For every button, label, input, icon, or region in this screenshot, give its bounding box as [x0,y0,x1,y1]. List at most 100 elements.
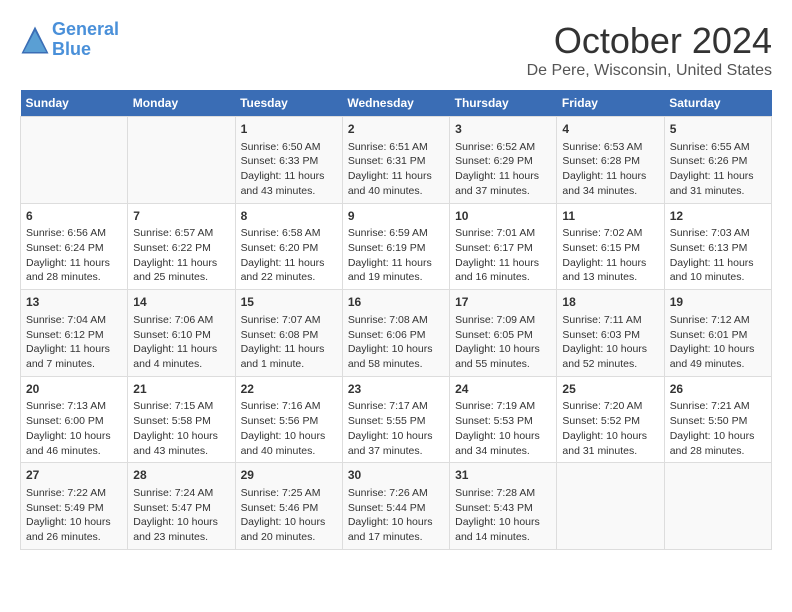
day-info: Sunset: 5:52 PM [562,414,658,429]
day-info: Sunrise: 7:06 AM [133,313,229,328]
day-number: 19 [670,294,766,311]
day-header-monday: Monday [128,90,235,117]
day-number: 11 [562,208,658,225]
day-info: Daylight: 11 hours and 31 minutes. [670,169,766,198]
day-header-sunday: Sunday [21,90,128,117]
day-number: 22 [241,381,337,398]
day-info: Daylight: 10 hours and 23 minutes. [133,515,229,544]
day-info: Sunrise: 7:16 AM [241,399,337,414]
day-info: Sunrise: 6:50 AM [241,140,337,155]
calendar-cell: 3Sunrise: 6:52 AMSunset: 6:29 PMDaylight… [450,117,557,204]
day-info: Sunrise: 7:25 AM [241,486,337,501]
title-block: October 2024 De Pere, Wisconsin, United … [527,20,772,80]
day-number: 6 [26,208,122,225]
day-info: Daylight: 10 hours and 52 minutes. [562,342,658,371]
day-info: Sunrise: 7:24 AM [133,486,229,501]
calendar-cell: 29Sunrise: 7:25 AMSunset: 5:46 PMDayligh… [235,463,342,550]
day-number: 29 [241,467,337,484]
day-info: Sunset: 6:00 PM [26,414,122,429]
logo-icon [20,25,50,55]
day-header-thursday: Thursday [450,90,557,117]
day-info: Sunset: 6:31 PM [348,154,444,169]
day-number: 18 [562,294,658,311]
calendar-table: SundayMondayTuesdayWednesdayThursdayFrid… [20,90,772,550]
day-info: Daylight: 11 hours and 4 minutes. [133,342,229,371]
day-info: Sunset: 6:22 PM [133,241,229,256]
day-info: Sunset: 6:15 PM [562,241,658,256]
day-info: Daylight: 11 hours and 10 minutes. [670,256,766,285]
day-info: Sunset: 6:10 PM [133,328,229,343]
calendar-cell [21,117,128,204]
day-number: 16 [348,294,444,311]
calendar-cell: 30Sunrise: 7:26 AMSunset: 5:44 PMDayligh… [342,463,449,550]
day-info: Sunset: 5:43 PM [455,501,551,516]
day-number: 21 [133,381,229,398]
week-row-4: 20Sunrise: 7:13 AMSunset: 6:00 PMDayligh… [21,376,772,463]
calendar-cell: 1Sunrise: 6:50 AMSunset: 6:33 PMDaylight… [235,117,342,204]
day-number: 5 [670,121,766,138]
calendar-cell: 12Sunrise: 7:03 AMSunset: 6:13 PMDayligh… [664,203,771,290]
day-info: Daylight: 10 hours and 14 minutes. [455,515,551,544]
day-info: Sunset: 6:24 PM [26,241,122,256]
calendar-cell: 4Sunrise: 6:53 AMSunset: 6:28 PMDaylight… [557,117,664,204]
day-number: 25 [562,381,658,398]
day-info: Sunrise: 6:58 AM [241,226,337,241]
calendar-cell: 14 Sunrise: 7:06 AMSunset: 6:10 PMDayligh… [128,290,235,377]
day-number: 24 [455,381,551,398]
day-info: Sunrise: 7:26 AM [348,486,444,501]
week-row-3: 13Sunrise: 7:04 AMSunset: 6:12 PMDayligh… [21,290,772,377]
day-info: Daylight: 11 hours and 40 minutes. [348,169,444,198]
logo-line1: General [52,19,119,39]
day-info: Sunrise: 7:01 AM [455,226,551,241]
day-info: Daylight: 10 hours and 34 minutes. [455,429,551,458]
calendar-cell: 31Sunrise: 7:28 AMSunset: 5:43 PMDayligh… [450,463,557,550]
day-info: Daylight: 11 hours and 7 minutes. [26,342,122,371]
calendar-cell: 27Sunrise: 7:22 AMSunset: 5:49 PMDayligh… [21,463,128,550]
day-info: Sunset: 6:06 PM [348,328,444,343]
day-number: 14 [133,294,229,311]
month-title: October 2024 [527,20,772,62]
day-info: Daylight: 11 hours and 43 minutes. [241,169,337,198]
calendar-cell [557,463,664,550]
day-number: 26 [670,381,766,398]
day-info: Daylight: 10 hours and 46 minutes. [26,429,122,458]
day-header-tuesday: Tuesday [235,90,342,117]
calendar-cell: 5 Sunrise: 6:55 AMSunset: 6:26 PMDaylight… [664,117,771,204]
calendar-header-row: SundayMondayTuesdayWednesdayThursdayFrid… [21,90,772,117]
day-number: 12 [670,208,766,225]
calendar-cell: 20Sunrise: 7:13 AMSunset: 6:00 PMDayligh… [21,376,128,463]
day-header-saturday: Saturday [664,90,771,117]
day-info: Sunset: 6:20 PM [241,241,337,256]
day-header-friday: Friday [557,90,664,117]
day-number: 8 [241,208,337,225]
page-header: General Blue October 2024 De Pere, Wisco… [20,20,772,80]
calendar-cell: 7Sunrise: 6:57 AMSunset: 6:22 PMDaylight… [128,203,235,290]
day-info: Daylight: 10 hours and 55 minutes. [455,342,551,371]
day-info: Sunrise: 6:53 AM [562,140,658,155]
day-info: Daylight: 11 hours and 34 minutes. [562,169,658,198]
day-info: Daylight: 10 hours and 40 minutes. [241,429,337,458]
day-number: 2 [348,121,444,138]
day-info: Sunrise: 7:08 AM [348,313,444,328]
day-info: Sunset: 6:17 PM [455,241,551,256]
day-info: Sunset: 5:56 PM [241,414,337,429]
day-info: Daylight: 11 hours and 22 minutes. [241,256,337,285]
calendar-cell: 18Sunrise: 7:11 AMSunset: 6:03 PMDayligh… [557,290,664,377]
day-info: Sunrise: 7:07 AM [241,313,337,328]
day-info: Sunrise: 6:55 AM [670,140,766,155]
day-number: 3 [455,121,551,138]
day-info: Sunrise: 7:15 AM [133,399,229,414]
day-info: Daylight: 10 hours and 20 minutes. [241,515,337,544]
day-header-wednesday: Wednesday [342,90,449,117]
calendar-cell: 28Sunrise: 7:24 AMSunset: 5:47 PMDayligh… [128,463,235,550]
day-number: 1 [241,121,337,138]
day-info: Sunset: 6:12 PM [26,328,122,343]
day-info: Daylight: 11 hours and 37 minutes. [455,169,551,198]
day-info: Sunset: 5:44 PM [348,501,444,516]
calendar-cell: 2Sunrise: 6:51 AMSunset: 6:31 PMDaylight… [342,117,449,204]
day-info: Sunset: 6:26 PM [670,154,766,169]
day-info: Sunset: 5:53 PM [455,414,551,429]
day-info: Daylight: 10 hours and 49 minutes. [670,342,766,371]
day-info: Sunrise: 7:02 AM [562,226,658,241]
day-info: Daylight: 11 hours and 1 minute. [241,342,337,371]
